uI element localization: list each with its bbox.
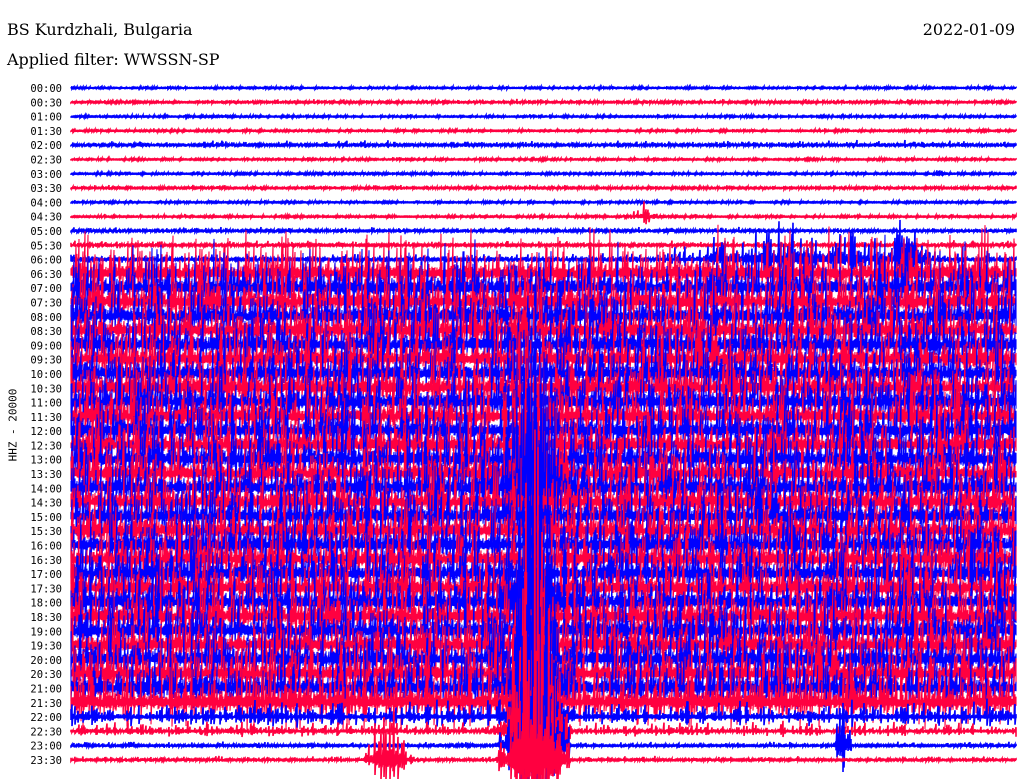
row-time-label: 07:00 [30,283,62,295]
traces-group [70,83,1017,780]
row-time-label: 19:30 [30,641,62,653]
row-time-label: 01:30 [30,126,62,138]
row-time-label: 16:00 [30,541,62,553]
row-time-label: 05:00 [30,226,62,238]
row-time-label: 12:00 [30,426,62,438]
row-time-label: 04:00 [30,197,62,209]
row-time-label: 23:00 [30,741,62,753]
row-time-label: 21:00 [30,684,62,696]
row-time-label: 18:00 [30,598,62,610]
row-time-label: 19:00 [30,626,62,638]
row-time-label: 23:30 [30,755,62,767]
row-time-label: 12:30 [30,440,62,452]
row-time-label: 11:00 [30,398,62,410]
row-time-label: 15:30 [30,526,62,538]
trace-row-0200 [70,139,1017,150]
row-time-label: 16:30 [30,555,62,567]
row-labels-group: 00:00 00:30 01:00 01:30 02:00 02:30 03:00 03:30… [30,83,62,767]
row-time-label: 20:00 [30,655,62,667]
row-time-label: 09:30 [30,355,62,367]
row-time-label: 02:00 [30,140,62,152]
row-time-label: 22:30 [30,726,62,738]
row-time-label: 21:30 [30,698,62,710]
row-time-label: 15:00 [30,512,62,524]
row-time-label: 17:00 [30,569,62,581]
row-time-label: 07:30 [30,297,62,309]
row-time-label: 11:30 [30,412,62,424]
row-time-label: 03:00 [30,169,62,181]
trace-row-0430 [70,201,1017,225]
row-time-label: 18:30 [30,612,62,624]
row-time-label: 02:30 [30,154,62,166]
row-time-label: 00:30 [30,97,62,109]
row-time-label: 08:00 [30,312,62,324]
row-time-label: 06:00 [30,255,62,267]
helicorder-plot: 00:00 00:30 01:00 01:30 02:00 02:30 03:00 03:30… [30,83,1017,780]
row-time-label: 17:30 [30,583,62,595]
row-time-label: 14:00 [30,483,62,495]
row-time-label: 05:30 [30,240,62,252]
row-time-label: 13:00 [30,455,62,467]
row-time-label: 03:30 [30,183,62,195]
row-time-label: 10:00 [30,369,62,381]
row-time-label: 06:30 [30,269,62,281]
row-time-label: 13:30 [30,469,62,481]
row-time-label: 00:00 [30,83,62,95]
row-time-label: 09:00 [30,340,62,352]
row-time-label: 01:00 [30,112,62,124]
row-time-label: 08:30 [30,326,62,338]
row-time-label: 22:00 [30,712,62,724]
row-time-label: 14:30 [30,498,62,510]
row-time-label: 20:30 [30,669,62,681]
row-time-label: 10:30 [30,383,62,395]
row-time-label: 04:30 [30,212,62,224]
